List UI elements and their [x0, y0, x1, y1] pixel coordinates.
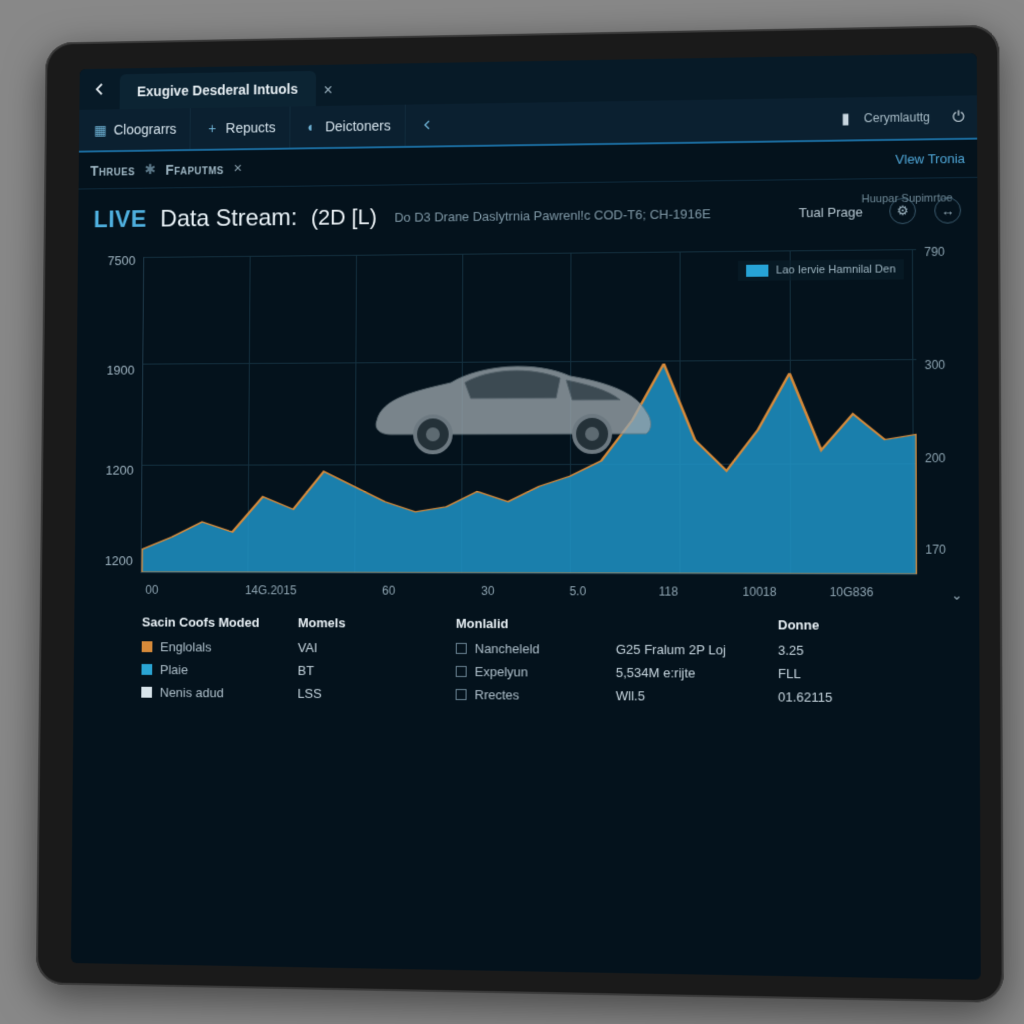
back-button[interactable] [79, 68, 120, 109]
col-scan-modes: Sacin Coofs Moded Englolals Plaie Nenis … [139, 615, 269, 949]
breadcrumb-thrues[interactable]: Thrues [90, 162, 135, 178]
list-item[interactable]: Plaie [160, 662, 188, 677]
x-tick: 60 [382, 584, 395, 598]
col-monlalid: Monlalid Nancheleld Expelyun Rrectes [455, 616, 586, 954]
title-live: LIVE [93, 206, 146, 234]
y-left-tick: 1900 [88, 363, 134, 378]
footer-columns: Sacin Coofs Moded Englolals Plaie Nenis … [71, 604, 981, 979]
power-icon[interactable]: ⏻ [940, 108, 977, 126]
x-tick: 5.0 [569, 584, 586, 598]
toolbar-status: Cerymlauttg [864, 110, 930, 125]
breadcrumb-close[interactable]: × [233, 160, 242, 177]
chevron-down-icon[interactable]: ⌄ [951, 587, 962, 603]
toolbar-repucts[interactable]: + Repucts [191, 106, 290, 149]
y-left-tick: 7500 [89, 253, 135, 268]
tab-title: Exugive Desderal Intuols [137, 81, 298, 99]
page-action[interactable]: Tual Prage [799, 204, 863, 220]
toolbar-label: Repucts [226, 119, 276, 135]
app-window: Exugive Desderal Intuols × ▦ Cloograrrs … [71, 53, 981, 979]
col-title: Sacin Coofs Moded [142, 615, 269, 630]
x-tick: 118 [659, 584, 678, 598]
page-subtitle: Do D3 Drane Daslytrnia Pawrenl!c COD-T6;… [394, 206, 710, 225]
notification-icon[interactable]: ▮ [827, 109, 864, 128]
title-mode: (2D [L) [311, 204, 377, 230]
area-series [141, 249, 917, 574]
y-right-tick: 170 [925, 543, 966, 557]
toolbar-back-small[interactable] [405, 104, 448, 146]
col-title: Monlalid [456, 616, 586, 632]
checkbox[interactable] [456, 689, 467, 700]
y-right-tick: 300 [925, 358, 966, 372]
page-header: LIVE Data Stream: (2D [L) Do D3 Drane Da… [78, 178, 977, 240]
swatch-white [141, 687, 152, 698]
y-left-tick: 1200 [86, 553, 132, 568]
toolbar-label: Deictoners [325, 118, 391, 135]
list-item[interactable]: Rrectes [474, 687, 519, 702]
list-item: 5,534M e:rijte [616, 665, 748, 681]
list-item[interactable]: Expelyun [475, 664, 528, 679]
checkbox[interactable] [456, 643, 467, 654]
swatch-cyan [141, 664, 152, 675]
title-stream: Data Stream: [160, 204, 297, 233]
list-item: VAI [298, 640, 426, 656]
info-icon: ◐ [304, 119, 320, 135]
toolbar-cloograrrs[interactable]: ▦ Cloograrrs [79, 108, 191, 151]
view-link[interactable]: Vlew Tronia [895, 151, 965, 167]
list-item: G25 Fralum 2P Loj [616, 642, 748, 658]
y-right-tick: 200 [925, 451, 966, 465]
legend-label: Lao Iervie Hamnilal Den [776, 263, 896, 276]
x-tick: 00 [145, 583, 158, 597]
y-left-tick: 1200 [87, 463, 133, 478]
legend-swatch [746, 265, 768, 277]
list-item[interactable]: Nenis adud [160, 685, 224, 700]
x-tick: 30 [481, 584, 494, 598]
annotation-label: Huupar Supimrtoe [861, 192, 952, 205]
arrow-left-icon [419, 117, 435, 133]
x-tick: 10G836 [830, 585, 874, 599]
list-item: FLL [778, 666, 911, 682]
y-right-tick: 790 [924, 245, 965, 260]
col-title: Donne [778, 617, 911, 633]
col-values: . G25 Fralum 2P Loj 5,534M e:rijte Wll.5 [615, 617, 747, 957]
chart: 7500 1900 1200 1200 790 300 200 170 [86, 238, 967, 603]
breadcrumb-ffaputms[interactable]: Ffaputms [165, 161, 223, 177]
list-item: BT [298, 663, 426, 679]
list-item: 3.25 [778, 643, 911, 659]
toolbar-deictoners[interactable]: ◐ Deictoners [290, 105, 405, 148]
list-item[interactable]: Nancheleld [475, 641, 540, 656]
list-item: 01.62115 [778, 689, 911, 705]
gear-icon: ✱ [144, 161, 155, 178]
checkbox[interactable] [456, 666, 467, 677]
list-item: LSS [297, 686, 425, 702]
plus-icon: + [204, 120, 220, 136]
tab-close-button[interactable]: × [315, 76, 341, 106]
list-item[interactable]: Englolals [160, 639, 211, 654]
browser-tab[interactable]: Exugive Desderal Intuols [120, 71, 316, 109]
list-item: Wll.5 [616, 688, 748, 704]
col-momels: Momels VAI BT LSS [296, 615, 426, 951]
x-tick: 14G.2015 [245, 583, 297, 597]
chart-legend: Lao Iervie Hamnilal Den [738, 259, 904, 281]
chart-plot[interactable]: Lao Iervie Hamnilal Den [140, 249, 917, 575]
col-title: Momels [298, 615, 426, 631]
x-tick: 10018 [743, 585, 777, 599]
grid-icon: ▦ [93, 122, 108, 138]
swatch-orange [142, 641, 153, 652]
toolbar-label: Cloograrrs [114, 121, 177, 138]
col-donne: Donne 3.25 FLL 01.62115 [778, 617, 912, 960]
